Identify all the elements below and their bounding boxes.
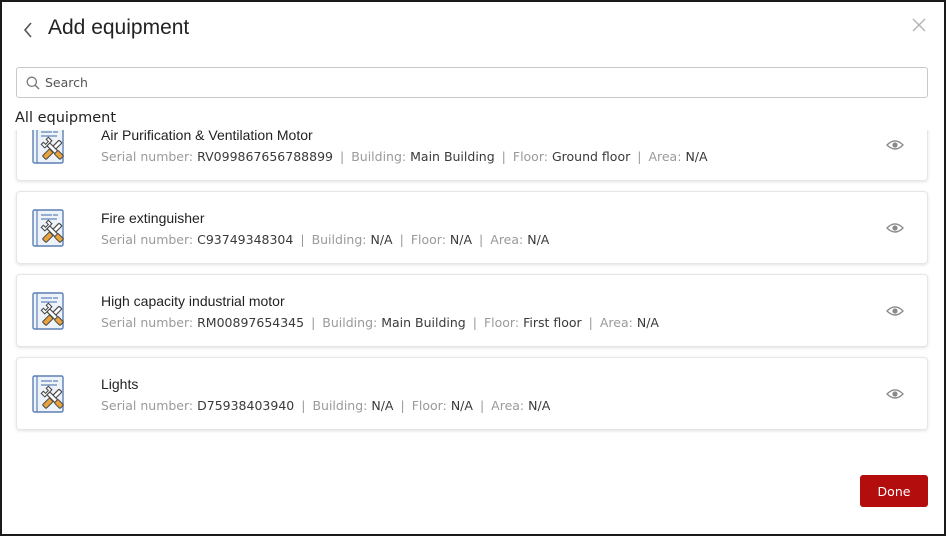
equipment-meta: Serial number: RV099867656788899 | Building… <box>101 149 708 164</box>
building-value: N/A <box>370 232 393 247</box>
equipment-card[interactable]: Lights Serial number: D75938403940 | Buildi… <box>16 357 928 430</box>
dialog-title: Add equipment <box>48 16 190 39</box>
search-input[interactable] <box>45 68 927 97</box>
equipment-name: Fire extinguisher <box>101 210 205 226</box>
equipment-card[interactable]: Air Purification & Ventilation Motor Ser… <box>16 130 928 181</box>
equipment-list[interactable]: Air Purification & Ventilation Motor Ser… <box>2 130 944 450</box>
eye-icon <box>886 389 904 399</box>
eye-icon <box>886 140 904 150</box>
serial-label: Serial number: <box>101 149 194 164</box>
close-button[interactable] <box>908 14 930 36</box>
equipment-tools-icon <box>32 209 64 247</box>
view-button[interactable] <box>885 219 905 237</box>
floor-label: Floor: <box>483 315 520 330</box>
add-equipment-dialog: Add equipment All equipment <box>0 0 946 536</box>
equipment-meta: Serial number: D75938403940 | Building: N/A |… <box>101 398 550 413</box>
serial-value: RM00897654345 <box>197 315 305 330</box>
serial-label: Serial number: <box>101 315 194 330</box>
done-button[interactable]: Done <box>860 475 928 507</box>
meta-separator: | <box>301 398 306 413</box>
building-label: Building: <box>311 232 367 247</box>
floor-value: First floor <box>523 315 582 330</box>
equipment-tools-icon <box>32 375 64 413</box>
close-icon <box>912 18 926 32</box>
area-label: Area: <box>599 315 633 330</box>
back-button[interactable] <box>16 18 40 42</box>
serial-value: RV099867656788899 <box>197 149 333 164</box>
equipment-card[interactable]: Fire extinguisher Serial number: C9374934… <box>16 191 928 264</box>
equipment-meta: Serial number: C93749348304 | Building: N/A |… <box>101 232 549 247</box>
floor-label: Floor: <box>410 232 446 247</box>
equipment-tools-icon <box>32 130 64 164</box>
floor-label: Floor: <box>512 149 548 164</box>
floor-label: Floor: <box>411 398 447 413</box>
meta-separator: | <box>479 398 485 413</box>
serial-label: Serial number: <box>101 232 194 247</box>
search-icon <box>26 75 41 90</box>
section-label: All equipment <box>15 110 117 126</box>
building-value: Main Building <box>381 315 466 330</box>
area-label: Area: <box>648 149 682 164</box>
floor-value: N/A <box>450 398 473 413</box>
meta-separator: | <box>300 232 305 247</box>
meta-separator: | <box>400 398 405 413</box>
meta-separator: | <box>501 149 506 164</box>
search-box <box>16 67 928 98</box>
equipment-name: Air Purification & Ventilation Motor <box>101 130 313 143</box>
meta-separator: | <box>339 149 345 164</box>
meta-separator: | <box>637 149 642 164</box>
floor-value: N/A <box>449 232 473 247</box>
equipment-tools-icon <box>32 292 64 330</box>
building-label: Building: <box>351 149 407 164</box>
equipment-name: Lights <box>101 376 139 392</box>
dialog-header: Add equipment <box>2 2 944 58</box>
view-button[interactable] <box>885 136 905 154</box>
serial-value: D75938403940 <box>197 398 295 413</box>
view-button[interactable] <box>885 302 905 320</box>
serial-label: Serial number: <box>101 398 194 413</box>
floor-value: Ground floor <box>551 149 631 164</box>
building-label: Building: <box>312 398 368 413</box>
building-value: Main Building <box>410 149 495 164</box>
meta-separator: | <box>472 315 477 330</box>
serial-value: C93749348304 <box>197 232 294 247</box>
area-value: N/A <box>528 398 551 413</box>
meta-separator: | <box>479 232 484 247</box>
building-value: N/A <box>371 398 394 413</box>
area-value: N/A <box>685 149 708 164</box>
equipment-card[interactable]: High capacity industrial motor Serial nu… <box>16 274 928 347</box>
area-value: N/A <box>527 232 550 247</box>
eye-icon <box>886 306 904 316</box>
building-label: Building: <box>322 315 378 330</box>
meta-separator: | <box>399 232 404 247</box>
eye-icon <box>886 223 904 233</box>
view-button[interactable] <box>885 385 905 403</box>
area-label: Area: <box>490 232 524 247</box>
meta-separator: | <box>588 315 593 330</box>
chevron-left-icon <box>23 22 32 38</box>
equipment-meta: Serial number: RM00897654345 | Building: Mai… <box>101 315 659 330</box>
area-value: N/A <box>636 315 659 330</box>
area-label: Area: <box>491 398 525 413</box>
meta-separator: | <box>311 315 316 330</box>
equipment-name: High capacity industrial motor <box>101 293 285 309</box>
